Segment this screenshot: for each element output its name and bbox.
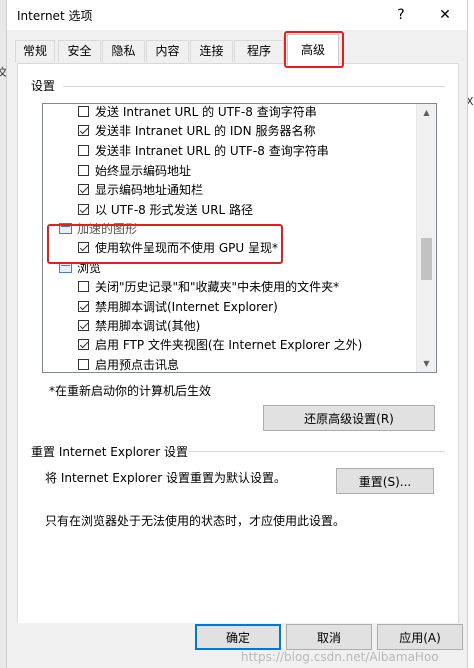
checkbox[interactable] [78,145,89,156]
scrollbar-thumb[interactable] [421,238,432,280]
tab-content[interactable]: 内容 [146,40,189,62]
checkbox[interactable] [78,359,89,370]
checkbox-checked[interactable] [78,125,89,136]
checkbox[interactable] [78,106,89,117]
checkbox[interactable] [78,281,89,292]
tab-advanced[interactable]: 高级 [287,34,339,65]
tab-connections[interactable]: 连接 [190,40,233,62]
apply-button[interactable]: 应用(A) [377,624,463,650]
reset-group-divider [189,451,445,452]
checkbox-checked[interactable] [78,320,89,331]
checkbox-checked[interactable] [78,301,89,312]
checkbox-checked[interactable] [78,184,89,195]
category-icon [59,223,72,234]
settings-list[interactable]: 发送 Intranet URL 的 UTF-8 查询字符串 发送非 Intran… [42,103,437,373]
tab-programs[interactable]: 程序 [234,40,284,62]
checkbox-checked[interactable] [78,204,89,215]
tab-general[interactable]: 常规 [15,40,55,62]
close-button[interactable]: ✕ [430,4,460,26]
reset-group-label: 重置 Internet Explorer 设置 [31,445,189,459]
cancel-button[interactable]: 取消 [286,624,372,650]
title-bar: Internet 选项 ? ✕ [7,0,467,30]
settings-group-label: 设置 [31,79,56,93]
checkbox[interactable] [78,165,89,176]
restart-note: *在重新启动你的计算机后生效 [49,384,212,398]
scroll-up-arrow-icon[interactable]: ▲ [417,104,436,121]
tab-security[interactable]: 安全 [58,40,101,62]
category-icon [59,262,72,273]
reset-warning: 只有在浏览器处于无法使用的状态时，才应使用此设置。 [45,514,346,528]
scroll-down-arrow-icon[interactable]: ▼ [417,355,436,372]
settings-group-divider [63,86,445,87]
checkbox-checked[interactable] [78,339,89,350]
internet-options-dialog: Internet 选项 ? ✕ 常规 安全 隐私 内容 连接 程序 高级 设置 … [6,0,468,668]
ok-button[interactable]: 确定 [195,624,281,650]
reset-description: 将 Internet Explorer 设置重置为默认设置。 [45,471,287,485]
tab-privacy[interactable]: 隐私 [102,40,145,62]
reset-button[interactable]: 重置(S)... [336,468,434,494]
checkbox-checked[interactable] [78,242,89,253]
help-button[interactable]: ? [386,4,416,26]
restore-advanced-settings-button[interactable]: 还原高级设置(R) [263,405,435,431]
watermark: https://blog.csdn.net/AlbamaHoo [241,650,439,664]
dialog-title: Internet 选项 [17,9,93,23]
settings-list-scrollbar[interactable]: ▲ ▼ [416,104,436,372]
